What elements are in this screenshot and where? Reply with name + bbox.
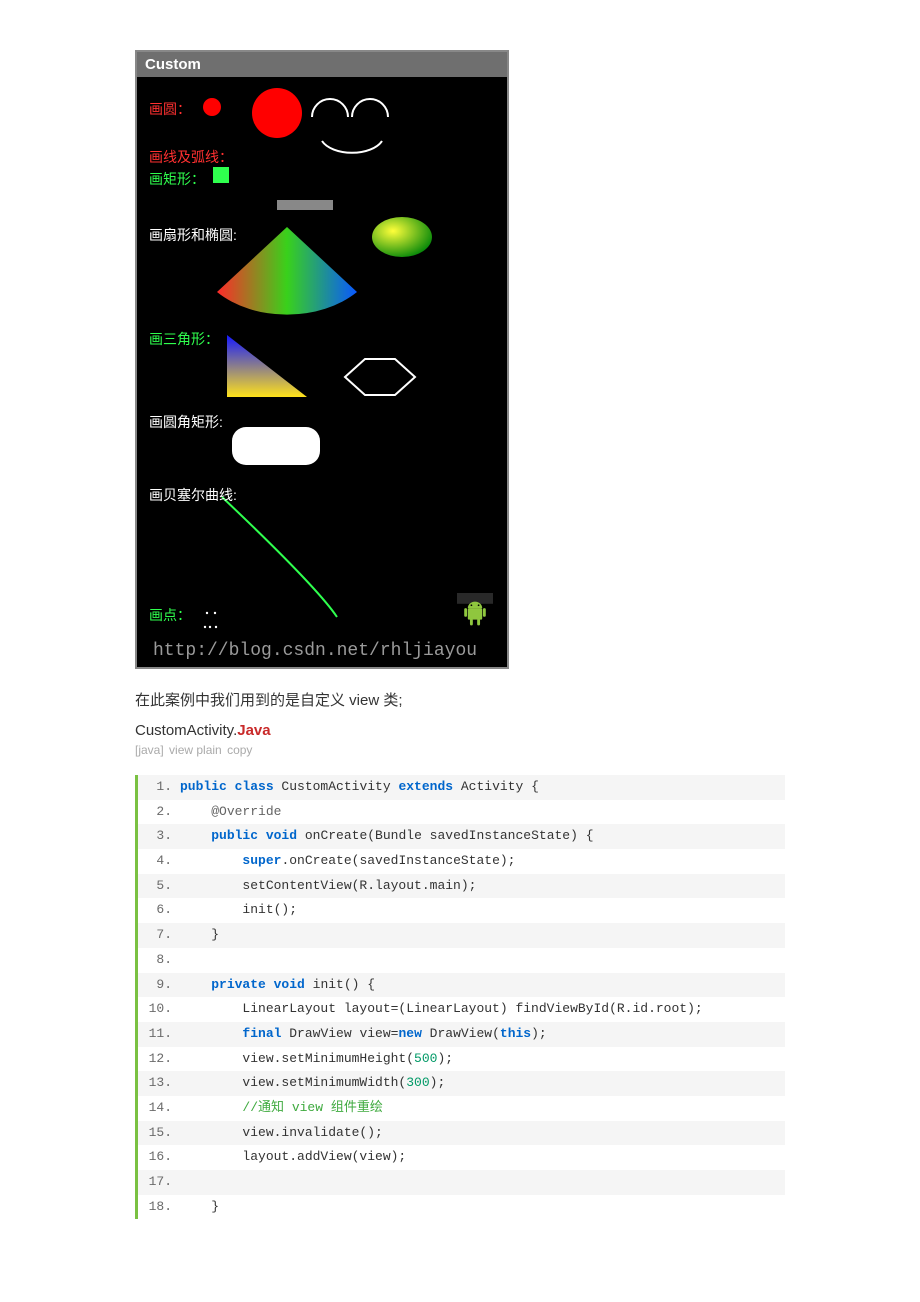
code-line: 15. view.invalidate(); bbox=[138, 1121, 785, 1146]
code-line: 6. init(); bbox=[138, 898, 785, 923]
line-number: 4. bbox=[138, 849, 180, 874]
code-line: 16. layout.addView(view); bbox=[138, 1145, 785, 1170]
canvas-area: 画圆： 画线及弧线： 画矩形： 画扇形和椭圆: 画三角形： 画圆角矩形: 画贝塞… bbox=[137, 77, 507, 667]
code-content: private void init() { bbox=[180, 973, 785, 998]
code-line: 2. @Override bbox=[138, 800, 785, 825]
code-content: LinearLayout layout=(LinearLayout) findV… bbox=[180, 997, 785, 1022]
code-content: layout.addView(view); bbox=[180, 1145, 785, 1170]
code-content: @Override bbox=[180, 800, 785, 825]
label-circle: 画圆： bbox=[149, 99, 191, 119]
code-line: 18. } bbox=[138, 1195, 785, 1220]
code-content: } bbox=[180, 923, 785, 948]
code-line: 13. view.setMinimumWidth(300); bbox=[138, 1071, 785, 1096]
filename-lang: Java bbox=[237, 722, 270, 739]
code-line: 7. } bbox=[138, 923, 785, 948]
line-number: 14. bbox=[138, 1096, 180, 1121]
code-line: 9. private void init() { bbox=[138, 973, 785, 998]
code-content: view.setMinimumHeight(500); bbox=[180, 1047, 785, 1072]
code-content: view.setMinimumWidth(300); bbox=[180, 1071, 785, 1096]
code-content: super.onCreate(savedInstanceState); bbox=[180, 849, 785, 874]
code-content: setContentView(R.layout.main); bbox=[180, 874, 785, 899]
code-line: 3. public void onCreate(Bundle savedInst… bbox=[138, 824, 785, 849]
android-icon bbox=[457, 593, 493, 629]
app-screenshot: Custom bbox=[135, 50, 509, 669]
line-number: 13. bbox=[138, 1071, 180, 1096]
watermark-url: http://blog.csdn.net/rhljiayou bbox=[153, 641, 477, 661]
code-content: public class CustomActivity extends Acti… bbox=[180, 775, 785, 800]
line-number: 8. bbox=[138, 948, 180, 973]
label-fan-oval: 画扇形和椭圆: bbox=[149, 225, 237, 245]
code-content: public void onCreate(Bundle savedInstanc… bbox=[180, 824, 785, 849]
line-number: 16. bbox=[138, 1145, 180, 1170]
code-content: init(); bbox=[180, 898, 785, 923]
code-line: 17. bbox=[138, 1170, 785, 1195]
code-toolbar: [java] view plain copy bbox=[135, 743, 785, 757]
label-line-arc: 画线及弧线： bbox=[149, 147, 233, 167]
line-number: 9. bbox=[138, 973, 180, 998]
code-content: final DrawView view=new DrawView(this); bbox=[180, 1022, 785, 1047]
code-block: 1.public class CustomActivity extends Ac… bbox=[135, 775, 785, 1219]
line-number: 2. bbox=[138, 800, 180, 825]
code-content bbox=[180, 948, 785, 973]
code-line: 11. final DrawView view=new DrawView(thi… bbox=[138, 1022, 785, 1047]
line-number: 7. bbox=[138, 923, 180, 948]
line-number: 1. bbox=[138, 775, 180, 800]
label-bezier: 画贝塞尔曲线: bbox=[149, 485, 237, 505]
window-titlebar: Custom bbox=[137, 52, 507, 77]
line-number: 15. bbox=[138, 1121, 180, 1146]
code-content: } bbox=[180, 1195, 785, 1220]
line-number: 10. bbox=[138, 997, 180, 1022]
line-number: 12. bbox=[138, 1047, 180, 1072]
toolbar-lang-tag: [java] bbox=[135, 743, 164, 757]
line-number: 6. bbox=[138, 898, 180, 923]
filename-prefix: CustomActivity. bbox=[135, 722, 237, 739]
filename-heading: CustomActivity.Java bbox=[135, 722, 785, 739]
toolbar-copy-link[interactable]: copy bbox=[227, 743, 252, 757]
label-roundrect: 画圆角矩形: bbox=[149, 412, 223, 432]
code-line: 14. //通知 view 组件重绘 bbox=[138, 1096, 785, 1121]
line-number: 3. bbox=[138, 824, 180, 849]
label-rect: 画矩形： bbox=[149, 169, 205, 189]
code-content bbox=[180, 1170, 785, 1195]
code-line: 1.public class CustomActivity extends Ac… bbox=[138, 775, 785, 800]
line-number: 5. bbox=[138, 874, 180, 899]
description-text: 在此案例中我们用到的是自定义 view 类; bbox=[135, 689, 785, 710]
line-number: 17. bbox=[138, 1170, 180, 1195]
code-content: //通知 view 组件重绘 bbox=[180, 1096, 785, 1121]
code-line: 10. LinearLayout layout=(LinearLayout) f… bbox=[138, 997, 785, 1022]
code-line: 12. view.setMinimumHeight(500); bbox=[138, 1047, 785, 1072]
line-number: 11. bbox=[138, 1022, 180, 1047]
toolbar-view-link[interactable]: view plain bbox=[169, 743, 222, 757]
code-line: 8. bbox=[138, 948, 785, 973]
code-content: view.invalidate(); bbox=[180, 1121, 785, 1146]
code-line: 4. super.onCreate(savedInstanceState); bbox=[138, 849, 785, 874]
line-number: 18. bbox=[138, 1195, 180, 1220]
label-triangle: 画三角形： bbox=[149, 329, 219, 349]
code-line: 5. setContentView(R.layout.main); bbox=[138, 874, 785, 899]
label-point: 画点： bbox=[149, 605, 191, 625]
